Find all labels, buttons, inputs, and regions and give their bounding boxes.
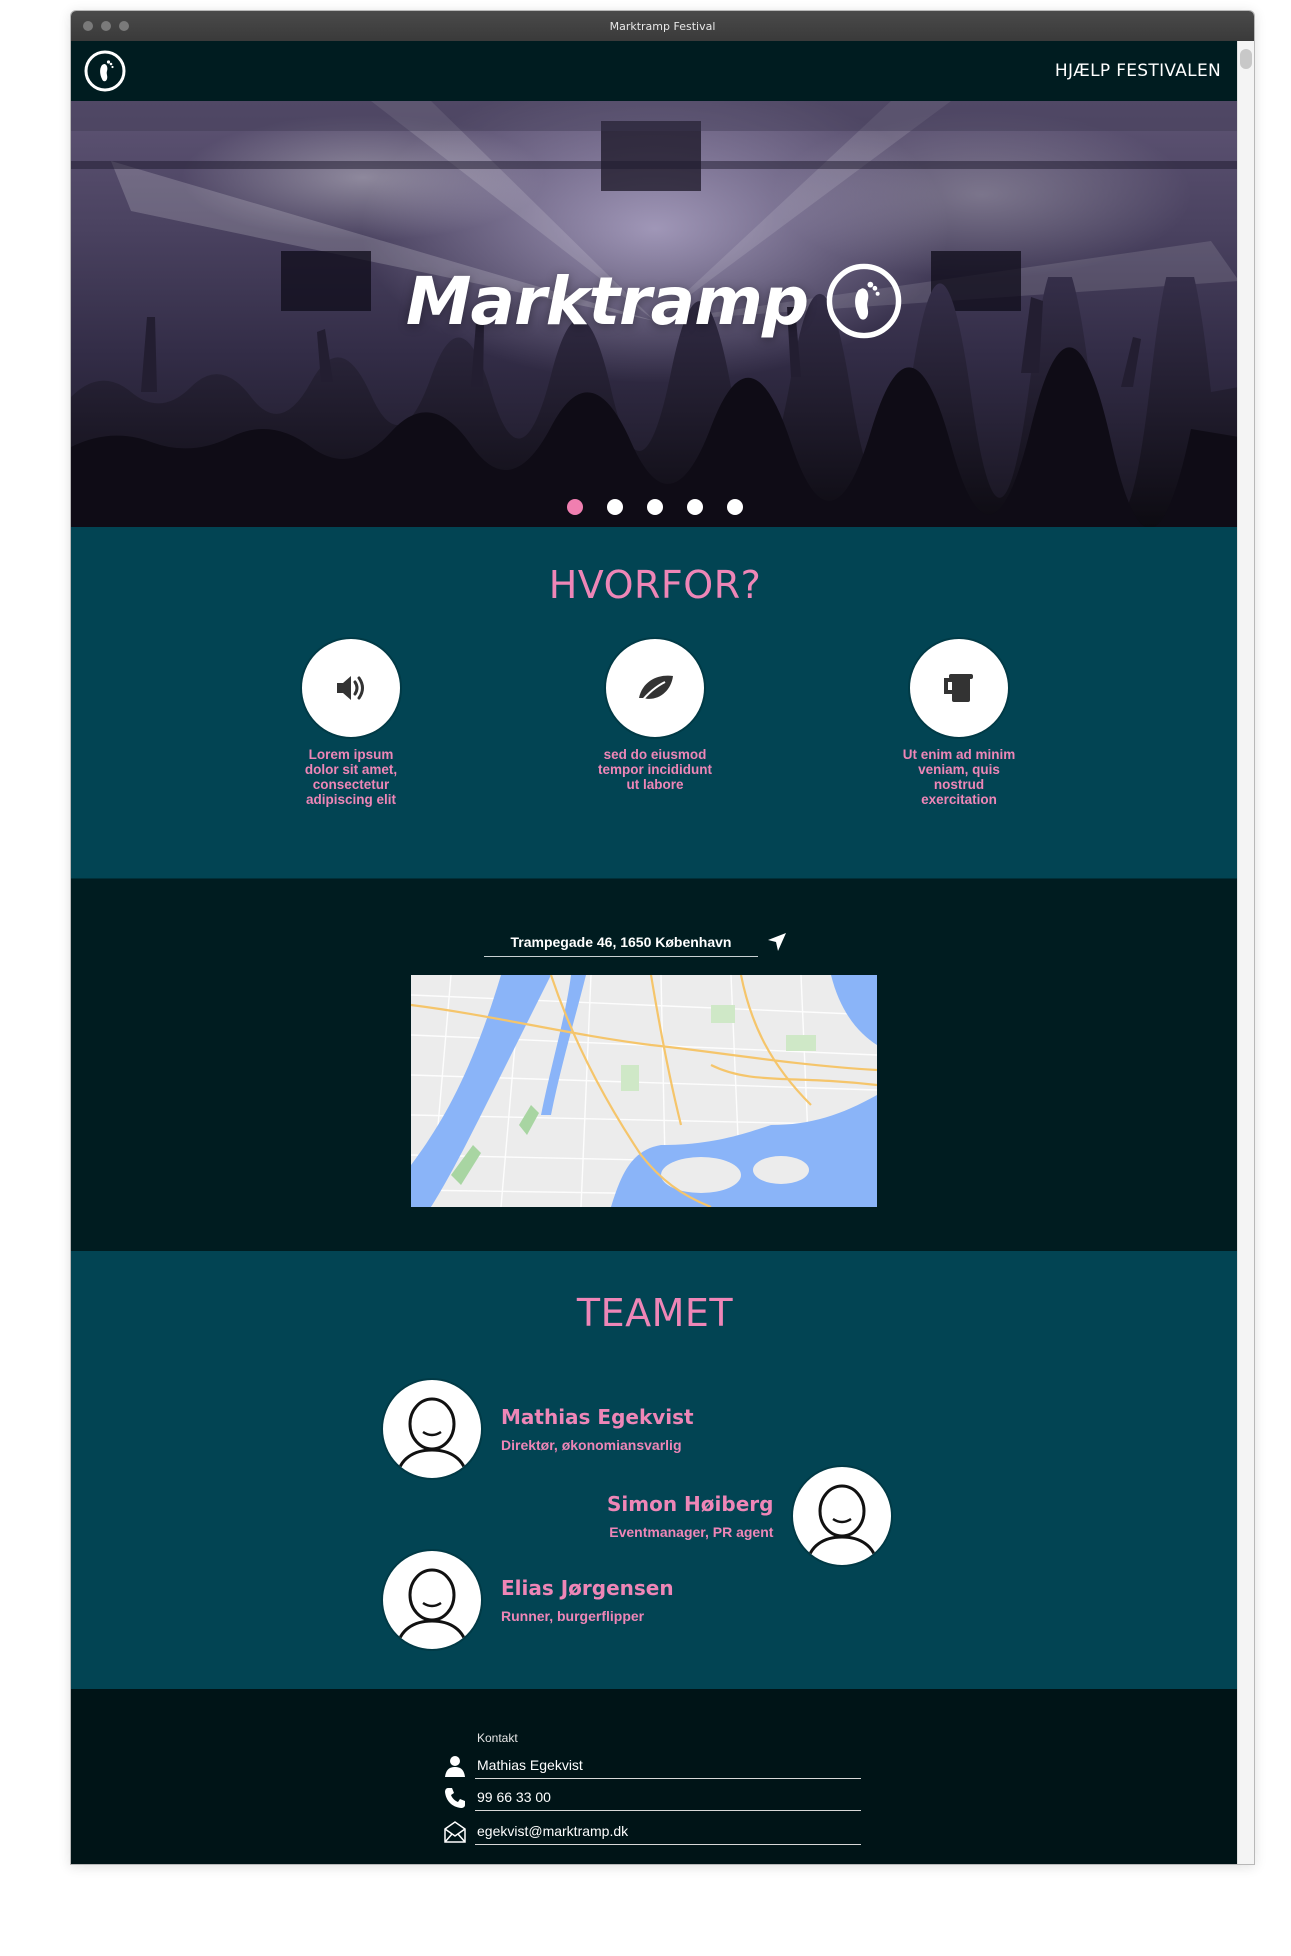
hero-brand: Marktramp bbox=[71, 261, 1239, 341]
user-avatar-icon bbox=[395, 1568, 469, 1649]
feature-list: Lorem ipsum dolor sit amet, consectetur … bbox=[71, 637, 1239, 807]
close-window-button[interactable] bbox=[83, 21, 93, 31]
feature-text: sed do eiusmod tempor incididunt ut labo… bbox=[598, 747, 712, 792]
contact-phone-field[interactable]: 99 66 33 00 bbox=[475, 1785, 861, 1811]
slider-dot-3[interactable] bbox=[647, 499, 663, 515]
person-icon bbox=[445, 1756, 465, 1777]
team-member-card: Elias Jørgensen Runner, burgerflipper bbox=[381, 1549, 692, 1651]
location-section: Trampegade 46, 1650 København bbox=[71, 879, 1239, 1251]
browser-window: Marktramp Festival HJÆLP FESTIVALEN Mark… bbox=[70, 10, 1255, 1865]
page-scrollbar[interactable] bbox=[1237, 41, 1254, 1864]
help-festival-link[interactable]: HJÆLP FESTIVALEN bbox=[1055, 61, 1221, 81]
scrollbar-thumb[interactable] bbox=[1240, 49, 1252, 69]
map-view[interactable] bbox=[411, 975, 877, 1207]
team-section: TEAMET Mathias Egekvist Direktør, økonom… bbox=[71, 1251, 1239, 1689]
member-info: Elias Jørgensen Runner, burgerflipper bbox=[483, 1576, 692, 1624]
contact-email-row: egekvist@marktramp.dk bbox=[441, 1817, 861, 1847]
member-name: Mathias Egekvist bbox=[501, 1405, 694, 1429]
footprint-icon[interactable] bbox=[83, 49, 127, 93]
slider-dot-4[interactable] bbox=[687, 499, 703, 515]
navigation-arrow-icon[interactable] bbox=[766, 931, 788, 953]
phone-icon bbox=[445, 1788, 465, 1808]
contact-name-row: Mathias Egekvist bbox=[441, 1751, 861, 1781]
hero-wordmark: Marktramp bbox=[405, 262, 809, 340]
member-role: Eventmanager, PR agent bbox=[609, 1524, 774, 1540]
speaker-icon bbox=[300, 637, 402, 739]
slider-dot-1[interactable] bbox=[567, 499, 583, 515]
window-title: Marktramp Festival bbox=[609, 19, 716, 33]
member-info: Mathias Egekvist Direktør, økonomiansvar… bbox=[483, 1405, 712, 1453]
slider-dot-2[interactable] bbox=[607, 499, 623, 515]
user-avatar-icon bbox=[395, 1397, 469, 1478]
contact-footer: Kontakt Mathias Egekvist 99 66 33 00 ege… bbox=[71, 1689, 1239, 1864]
member-role: Direktør, økonomiansvarlig bbox=[501, 1437, 682, 1453]
member-name: Elias Jørgensen bbox=[501, 1576, 674, 1600]
member-role: Runner, burgerflipper bbox=[501, 1608, 645, 1624]
envelope-icon bbox=[444, 1821, 466, 1843]
contact-phone-row: 99 66 33 00 bbox=[441, 1783, 861, 1813]
why-section: HVORFOR? Lorem ipsum dolor sit amet, con… bbox=[71, 527, 1239, 879]
address-field: Trampegade 46, 1650 København bbox=[484, 929, 758, 957]
why-title: HVORFOR? bbox=[548, 563, 762, 607]
feature-text: Ut enim ad minim veniam, quis nostrud ex… bbox=[902, 747, 1016, 807]
feature-item: Lorem ipsum dolor sit amet, consectetur … bbox=[299, 637, 403, 807]
avatar bbox=[791, 1465, 894, 1567]
team-title: TEAMET bbox=[576, 1291, 734, 1335]
title-bar: Marktramp Festival bbox=[71, 11, 1254, 41]
minimize-window-button[interactable] bbox=[101, 21, 111, 31]
feature-text: Lorem ipsum dolor sit amet, consectetur … bbox=[304, 747, 398, 807]
zoom-window-button[interactable] bbox=[119, 21, 129, 31]
contact-heading: Kontakt bbox=[477, 1731, 518, 1745]
site-nav: HJÆLP FESTIVALEN bbox=[71, 41, 1239, 101]
hero-slider: Marktramp bbox=[71, 101, 1239, 527]
user-avatar-icon bbox=[805, 1484, 879, 1565]
member-name: Simon Høiberg bbox=[607, 1492, 774, 1516]
avatar bbox=[381, 1378, 483, 1480]
contact-name-field[interactable]: Mathias Egekvist bbox=[475, 1753, 861, 1779]
member-info: Simon Høiberg Eventmanager, PR agent bbox=[589, 1492, 791, 1540]
address-text: Trampegade 46, 1650 København bbox=[510, 934, 732, 950]
window-controls bbox=[83, 21, 129, 31]
beer-mug-icon bbox=[908, 637, 1010, 739]
contact-email-field[interactable]: egekvist@marktramp.dk bbox=[475, 1819, 861, 1845]
leaf-icon bbox=[604, 637, 706, 739]
page-viewport: HJÆLP FESTIVALEN Marktramp HVORFOR? Lore… bbox=[71, 41, 1239, 1864]
feature-item: sed do eiusmod tempor incididunt ut labo… bbox=[598, 637, 712, 807]
slider-dots bbox=[71, 499, 1239, 515]
feature-item: Ut enim ad minim veniam, quis nostrud ex… bbox=[903, 637, 1015, 807]
slider-dot-5[interactable] bbox=[727, 499, 743, 515]
avatar bbox=[381, 1549, 483, 1651]
footprint-icon bbox=[826, 263, 902, 339]
